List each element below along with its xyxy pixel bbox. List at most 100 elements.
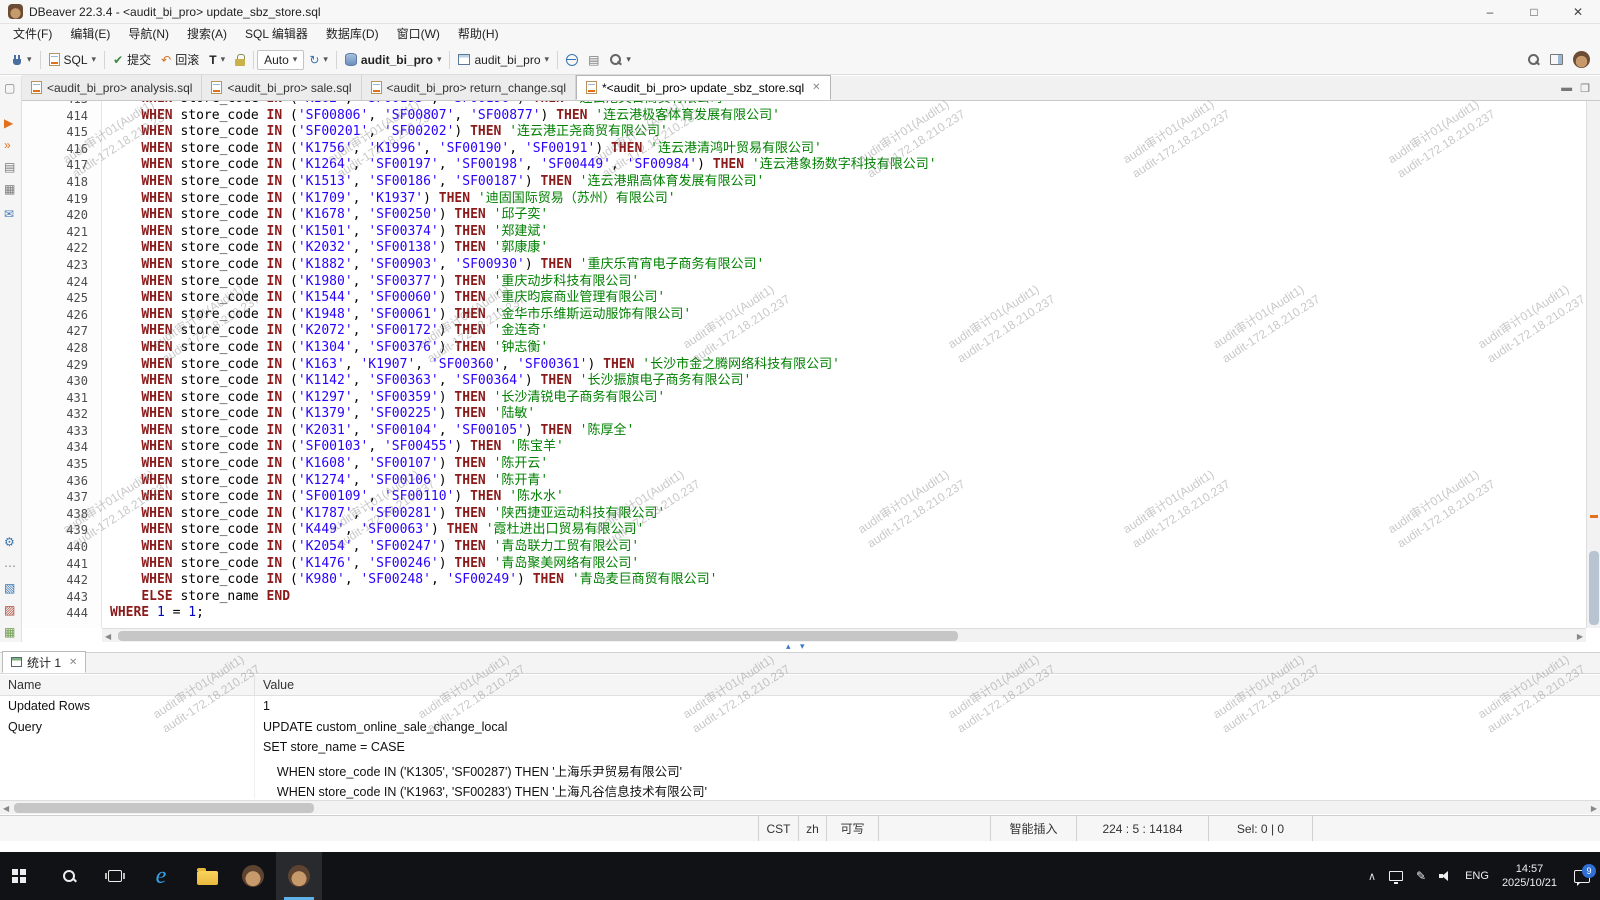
results-horizontal-scrollbar[interactable]: ◀ ▶ — [0, 800, 1600, 814]
code-line[interactable]: 438 WHEN store_code IN ('K1787', 'SF0028… — [22, 506, 1586, 523]
start-button[interactable] — [0, 852, 46, 900]
cell-value[interactable]: UPDATE custom_online_sale_change_local — [255, 717, 507, 738]
code-line[interactable]: 422 WHEN store_code IN ('K2032', 'SF0013… — [22, 240, 1586, 257]
code-line[interactable]: 417 WHEN store_code IN ('K1264', 'SF0019… — [22, 157, 1586, 174]
vertical-scroll-thumb[interactable] — [1589, 551, 1599, 625]
column-header-value[interactable]: Value — [255, 675, 294, 695]
cell-name[interactable]: Updated Rows — [0, 696, 255, 717]
grid-result-icon[interactable]: ▦ — [4, 626, 15, 638]
clock[interactable]: 14:57 2025/10/21 — [1502, 862, 1557, 890]
commit-mode-select[interactable]: Auto ▾ — [257, 50, 304, 70]
editor-tab[interactable]: <audit_bi_pro> sale.sql — [202, 75, 361, 100]
code-line[interactable]: 432 WHEN store_code IN ('K1379', 'SF0022… — [22, 406, 1586, 423]
panel-sash[interactable]: ▴ ▾ — [0, 642, 1600, 652]
perspective-icon[interactable] — [1550, 54, 1563, 65]
menu-sql-editor[interactable]: SQL 编辑器 — [236, 24, 317, 45]
code-line[interactable]: 416 WHEN store_code IN ('K1756', 'K1996'… — [22, 141, 1586, 158]
menu-window[interactable]: 窗口(W) — [388, 24, 449, 45]
network-profile-button[interactable] — [561, 48, 583, 72]
table-row[interactable]: WHEN store_code IN ('K1305', 'SF00287') … — [0, 758, 1600, 779]
search-dropdown[interactable]: ▾ — [604, 48, 636, 72]
input-language-indicator[interactable]: ENG — [1465, 870, 1489, 882]
code-line[interactable]: 441 WHEN store_code IN ('K1476', 'SF0024… — [22, 556, 1586, 573]
action-center-icon[interactable]: 9 — [1574, 870, 1590, 883]
code-line[interactable]: 419 WHEN store_code IN ('K1709', 'K1937'… — [22, 191, 1586, 208]
internet-explorer-button[interactable]: e — [138, 852, 184, 900]
sash-up-icon[interactable]: ▴ — [786, 641, 791, 652]
connection-selector[interactable]: ▾ — [6, 48, 37, 72]
commit-button[interactable]: ✔ 提交 — [108, 48, 156, 72]
code-line[interactable]: 444WHERE 1 = 1; — [22, 605, 1586, 622]
editor-tab[interactable]: *<audit_bi_pro> update_sbz_store.sql✕ — [576, 75, 831, 100]
cell-name[interactable] — [0, 778, 255, 799]
editor-vertical-scrollbar[interactable] — [1586, 101, 1600, 628]
schema-selector[interactable]: audit_bi_pro ▾ — [453, 48, 554, 72]
code-line[interactable]: 437 WHEN store_code IN ('SF00109', 'SF00… — [22, 489, 1586, 506]
execute-statement-icon[interactable]: ▶ — [4, 117, 13, 129]
minimize-view-icon[interactable]: ▬ — [1561, 82, 1572, 95]
menu-database[interactable]: 数据库(D) — [317, 24, 388, 45]
menu-file[interactable]: 文件(F) — [4, 24, 61, 45]
close-button[interactable]: ✕ — [1556, 0, 1600, 23]
refresh-dropdown[interactable]: ↻ ▾ — [304, 48, 333, 72]
table-row[interactable]: Updated Rows1 — [0, 696, 1600, 717]
statistics-tab[interactable]: 统计 1 ✕ — [2, 651, 86, 673]
cell-value[interactable]: WHEN store_code IN ('K1305', 'SF00287') … — [255, 758, 682, 779]
menu-edit[interactable]: 编辑(E) — [61, 24, 119, 45]
monitor-icon[interactable] — [1389, 871, 1403, 881]
dbeaver-active-taskbar-button[interactable] — [276, 852, 322, 900]
code-line[interactable]: 442 WHEN store_code IN ('K980', 'SF00248… — [22, 572, 1586, 589]
task-view-button[interactable] — [92, 852, 138, 900]
code-line[interactable]: 424 WHEN store_code IN ('K1980', 'SF0037… — [22, 274, 1586, 291]
code-line[interactable]: 414 WHEN store_code IN ('SF00806', 'SF00… — [22, 108, 1586, 125]
new-script-icon[interactable]: ▧ — [4, 582, 15, 594]
code-line[interactable]: 427 WHEN store_code IN ('K2072', 'SF0017… — [22, 323, 1586, 340]
table-row[interactable]: SET store_name = CASE — [0, 737, 1600, 758]
scroll-left-icon[interactable]: ◀ — [105, 632, 111, 641]
transaction-mode-dropdown[interactable]: T ▾ — [204, 48, 230, 72]
cell-value[interactable]: WHEN store_code IN ('K1963', 'SF00283') … — [255, 778, 707, 799]
file-explorer-button[interactable] — [184, 852, 230, 900]
code-line[interactable]: 440 WHEN store_code IN ('K2054', 'SF0024… — [22, 539, 1586, 556]
taskbar-search-button[interactable] — [46, 852, 92, 900]
editor-tab[interactable]: <audit_bi_pro> analysis.sql — [22, 75, 202, 100]
quick-search-icon[interactable] — [1527, 53, 1540, 66]
settings-gear-icon[interactable]: ⚙ — [4, 536, 15, 548]
tab-close-icon[interactable]: ✕ — [69, 657, 77, 668]
code-line[interactable]: 426 WHEN store_code IN ('K1948', 'SF0006… — [22, 307, 1586, 324]
menu-navigate[interactable]: 导航(N) — [119, 24, 178, 45]
horizontal-scroll-thumb[interactable] — [14, 803, 314, 813]
export-button[interactable]: ▤ — [583, 48, 604, 72]
query-log-icon[interactable]: ▦ — [4, 183, 15, 195]
rollback-button[interactable]: ↶ 回滚 — [156, 48, 204, 72]
code-line[interactable]: 439 WHEN store_code IN ('K449', 'SF00063… — [22, 522, 1586, 539]
pen-icon[interactable]: ✎ — [1416, 869, 1426, 883]
minimize-button[interactable]: – — [1468, 0, 1512, 23]
explain-plan-icon[interactable]: ▤ — [4, 161, 15, 173]
code-line[interactable]: 428 WHEN store_code IN ('K1304', 'SF0037… — [22, 340, 1586, 357]
code-line[interactable]: 434 WHEN store_code IN ('SF00103', 'SF00… — [22, 439, 1586, 456]
code-line[interactable]: 443 ELSE store_name END — [22, 589, 1586, 606]
editor-horizontal-scrollbar[interactable]: ◀ ▶ — [102, 628, 1586, 642]
sql-editor[interactable]: 413 WHEN store_code IN ('K162', 'SF00195… — [22, 101, 1586, 628]
tab-close-icon[interactable]: ✕ — [812, 82, 820, 93]
code-line[interactable]: 415 WHEN store_code IN ('SF00201', 'SF00… — [22, 124, 1586, 141]
cell-name[interactable] — [0, 737, 255, 758]
maximize-button[interactable]: □ — [1512, 0, 1556, 23]
code-line[interactable]: 433 WHEN store_code IN ('K2031', 'SF0010… — [22, 423, 1586, 440]
code-line[interactable]: 436 WHEN store_code IN ('K1274', 'SF0010… — [22, 473, 1586, 490]
code-line[interactable]: 435 WHEN store_code IN ('K1608', 'SF0010… — [22, 456, 1586, 473]
database-selector[interactable]: audit_bi_pro ▾ — [340, 48, 447, 72]
script-error-icon[interactable]: ▨ — [4, 604, 15, 616]
scroll-right-icon[interactable]: ▶ — [1591, 804, 1597, 813]
sash-down-icon[interactable]: ▾ — [800, 641, 805, 652]
menu-search[interactable]: 搜索(A) — [178, 24, 236, 45]
code-line[interactable]: 425 WHEN store_code IN ('K1544', 'SF0006… — [22, 290, 1586, 307]
table-row[interactable]: WHEN store_code IN ('K1963', 'SF00283') … — [0, 778, 1600, 799]
output-icon[interactable]: ✉ — [4, 208, 14, 220]
cell-value[interactable]: SET store_name = CASE — [255, 737, 405, 758]
code-line[interactable]: 420 WHEN store_code IN ('K1678', 'SF0025… — [22, 207, 1586, 224]
menu-help[interactable]: 帮助(H) — [449, 24, 508, 45]
hidden-icons-chevron-icon[interactable]: ∧ — [1368, 870, 1376, 883]
code-line[interactable]: 418 WHEN store_code IN ('K1513', 'SF0018… — [22, 174, 1586, 191]
